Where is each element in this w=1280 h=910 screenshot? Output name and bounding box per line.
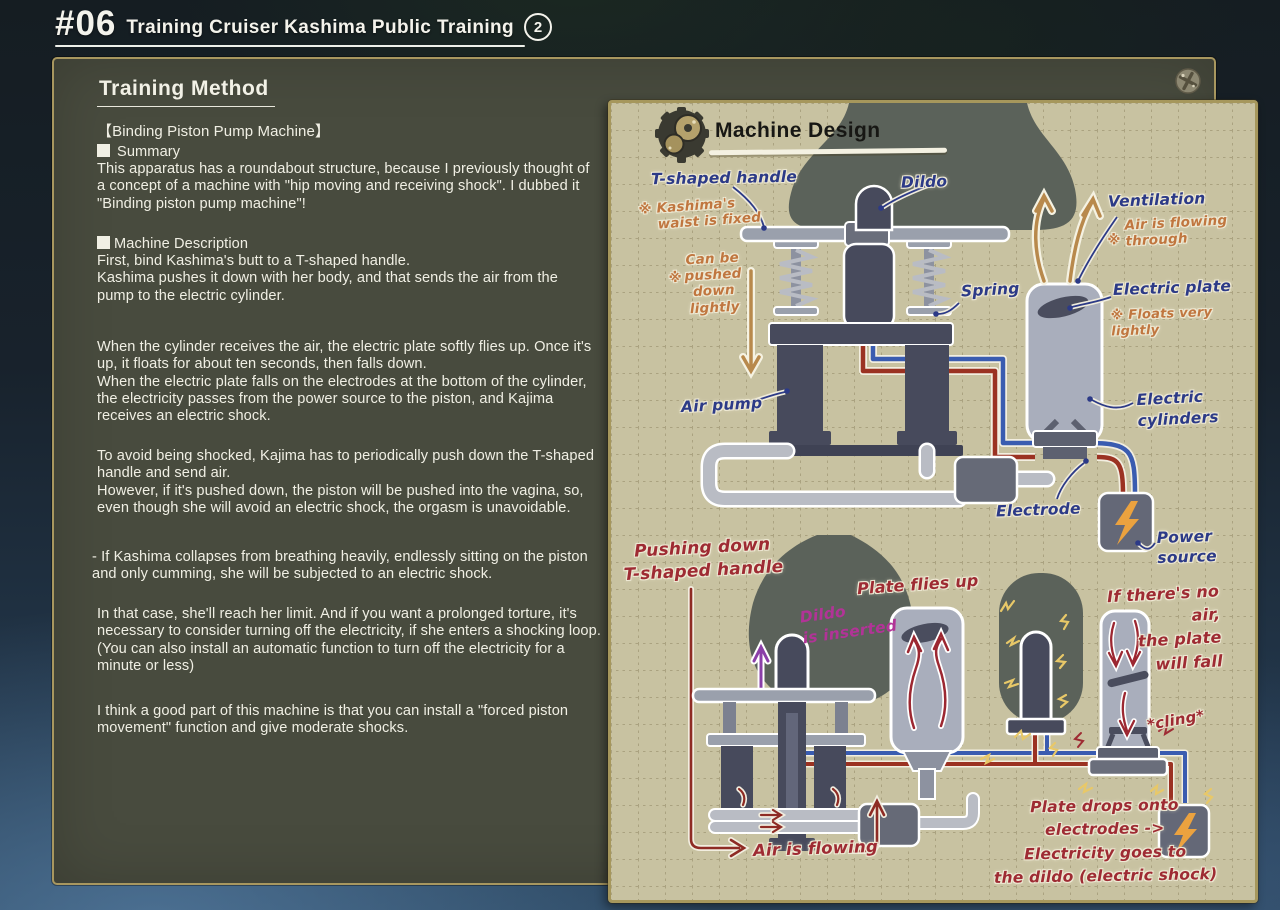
summary-label: Summary	[97, 144, 180, 161]
note-pushed-lightly: ※ Can be pushed down lightly	[683, 250, 743, 318]
label-ventilation: Ventilation	[1108, 189, 1206, 212]
screenshot-root: #06 Training Cruiser Kashima Public Trai…	[0, 0, 1280, 910]
reference-mark-icon: ※	[1110, 308, 1123, 323]
label-electric-cylinders: Electric cylinders	[1136, 386, 1219, 432]
episode-number: #06	[55, 4, 116, 44]
closing-text: I think a good part of this machine is t…	[97, 703, 568, 738]
square-bullet-icon	[97, 236, 110, 249]
label-no-air-plate-falls: If there's no air, the plate will fall	[1077, 579, 1224, 679]
machine-design-panel: Machine Design T-shaped handle ※ Kashima…	[608, 100, 1258, 903]
electric-cylinder	[1027, 284, 1102, 459]
screw-icon	[1174, 67, 1202, 95]
episode-title: Training Cruiser Kashima Public Training	[126, 9, 514, 39]
gear-icon	[637, 105, 715, 169]
page-header: #06 Training Cruiser Kashima Public Trai…	[55, 4, 552, 44]
power-source-box	[1099, 493, 1153, 551]
collapse-note: - If Kashima collapses from breathing he…	[92, 549, 588, 584]
reference-mark-icon: ※	[1107, 232, 1121, 249]
label-dildo: Dildo	[901, 172, 948, 193]
label-t-shaped-handle: T-shaped handle	[651, 168, 797, 190]
label-power-source: Power source	[1156, 526, 1217, 568]
square-bullet-icon	[97, 144, 110, 157]
description-label: Machine Description	[97, 236, 248, 253]
label-air-is-flowing: Air is flowing	[753, 837, 879, 862]
machine-design-header: Machine Design	[633, 105, 963, 169]
description-text: First, bind Kashima's butt to a T-shaped…	[97, 253, 558, 305]
operation-text: When the cylinder receives the air, the …	[97, 339, 591, 425]
dildo-column	[1021, 632, 1051, 721]
machine-design-title: Machine Design	[715, 119, 880, 143]
label-spring: Spring	[961, 279, 1020, 301]
pump-junction-box	[955, 457, 1017, 503]
machine-name: 【Binding Piston Pump Machine】	[97, 123, 330, 140]
summary-text: This apparatus has a roundabout structur…	[97, 161, 590, 213]
header-underline	[55, 45, 525, 47]
limit-text: In that case, she'll reach her limit. An…	[97, 606, 601, 675]
training-method-heading: Training Method	[97, 77, 275, 107]
label-plate-drops: Plate drops onto electrodes -> Electrici…	[990, 793, 1220, 890]
label-pushing-down: Pushing down T-shaped handle	[622, 533, 784, 587]
label-electrode: Electrode	[996, 500, 1081, 522]
note-air-flowing-through: ※ Air is flowing through	[1124, 212, 1228, 250]
reference-mark-icon: ※	[638, 201, 652, 218]
electrode-shape	[1033, 431, 1097, 447]
machine-design-underline	[709, 148, 947, 155]
reference-mark-icon: ※	[668, 270, 682, 287]
note-floats-lightly: ※ Floats very lightly	[1110, 303, 1255, 341]
part-number-badge: 2	[524, 13, 552, 41]
avoidance-text: To avoid being shocked, Kajima has to pe…	[97, 448, 594, 517]
label-electric-plate: Electric plate	[1113, 277, 1232, 300]
